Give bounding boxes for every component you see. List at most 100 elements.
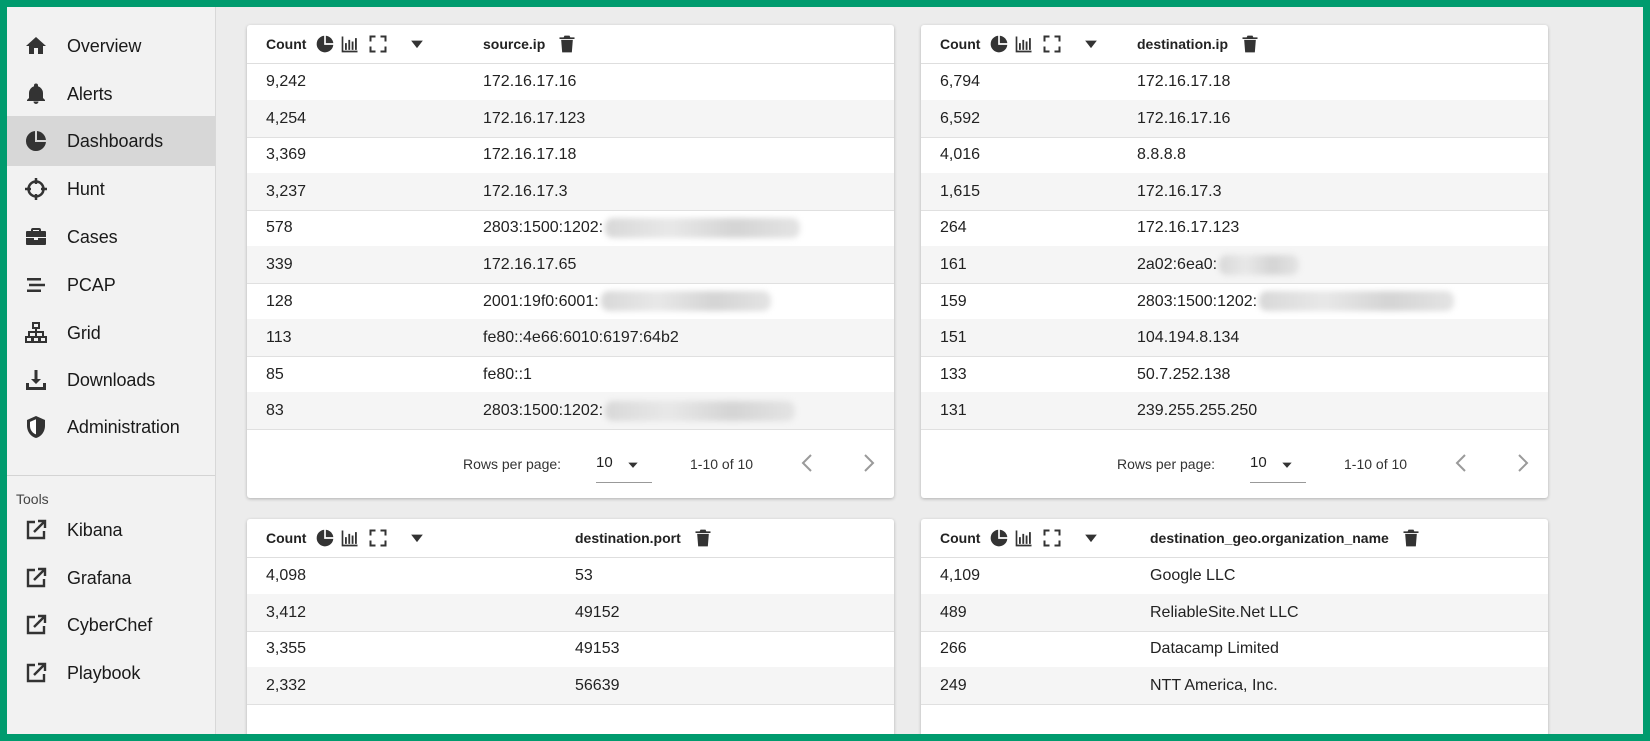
value-cell[interactable]: 239.255.255.250 bbox=[1137, 392, 1257, 429]
table-row[interactable]: 3,412 49152 bbox=[247, 593, 894, 632]
table-row[interactable]: 161 2a02:6ea0: bbox=[921, 246, 1548, 284]
table-row[interactable]: 264 172.16.17.123 bbox=[921, 209, 1548, 248]
value-cell[interactable]: 172.16.17.16 bbox=[1137, 100, 1230, 137]
value-cell[interactable]: 172.16.17.65 bbox=[483, 246, 576, 283]
rows-per-page-select[interactable]: 10 bbox=[1250, 454, 1267, 471]
table-row[interactable]: 4,109 Google LLC bbox=[921, 557, 1548, 595]
dropdown-caret-icon[interactable] bbox=[626, 458, 640, 472]
bar-chart-icon[interactable] bbox=[1014, 34, 1034, 54]
count-column-header[interactable]: Count bbox=[266, 519, 306, 557]
value-cell[interactable]: 104.194.8.134 bbox=[1137, 319, 1239, 356]
field-column-header[interactable]: source.ip bbox=[483, 25, 545, 63]
sidebar-item-downloads[interactable]: Downloads bbox=[7, 355, 215, 405]
value-cell[interactable]: 172.16.17.123 bbox=[483, 100, 585, 137]
count-column-header[interactable]: Count bbox=[266, 25, 306, 63]
value-cell[interactable]: NTT America, Inc. bbox=[1150, 667, 1278, 704]
value-cell[interactable]: 172.16.17.123 bbox=[1137, 209, 1239, 246]
value-cell[interactable]: 50.7.252.138 bbox=[1137, 356, 1230, 393]
field-column-header[interactable]: destination_geo.organization_name bbox=[1150, 519, 1389, 557]
value-cell[interactable]: 2803:1500:1202: bbox=[483, 209, 801, 246]
pie-icon[interactable] bbox=[315, 528, 335, 548]
value-cell[interactable]: Datacamp Limited bbox=[1150, 630, 1279, 667]
table-row[interactable]: 3,237 172.16.17.3 bbox=[247, 172, 894, 211]
sidebar-item-grid[interactable]: Grid bbox=[7, 308, 215, 358]
table-row[interactable]: 249 NTT America, Inc. bbox=[921, 666, 1548, 705]
fullscreen-icon[interactable] bbox=[1042, 34, 1062, 54]
sort-caret-icon[interactable] bbox=[407, 528, 427, 548]
sidebar-item-administration[interactable]: Administration bbox=[7, 402, 215, 452]
sidebar-tool-playbook[interactable]: Playbook bbox=[7, 648, 215, 698]
table-row[interactable]: 85 fe80::1 bbox=[247, 356, 894, 394]
value-cell[interactable]: 172.16.17.16 bbox=[483, 63, 576, 100]
trash-icon[interactable] bbox=[693, 528, 713, 548]
sort-caret-icon[interactable] bbox=[1081, 34, 1101, 54]
value-cell[interactable]: 2a02:6ea0: bbox=[1137, 246, 1300, 283]
field-column-header[interactable]: destination.port bbox=[575, 519, 681, 557]
chevron-left-icon[interactable] bbox=[1450, 451, 1474, 475]
table-row[interactable]: 489 ReliableSite.Net LLC bbox=[921, 593, 1548, 632]
value-cell[interactable]: 53 bbox=[575, 557, 593, 594]
table-row[interactable]: 83 2803:1500:1202: bbox=[247, 392, 894, 431]
value-cell[interactable]: 49153 bbox=[575, 630, 620, 667]
value-cell[interactable]: Google LLC bbox=[1150, 557, 1235, 594]
value-cell[interactable]: 2001:19f0:6001: bbox=[483, 283, 771, 320]
sort-caret-icon[interactable] bbox=[1081, 528, 1101, 548]
table-row[interactable]: 6,592 172.16.17.16 bbox=[921, 99, 1548, 138]
sidebar-item-dashboards[interactable]: Dashboards bbox=[7, 116, 215, 166]
sidebar-tool-cyberchef[interactable]: CyberChef bbox=[7, 600, 215, 650]
value-cell[interactable]: 2803:1500:1202: bbox=[1137, 283, 1455, 320]
table-row[interactable]: 6,794 172.16.17.18 bbox=[921, 63, 1548, 101]
table-row[interactable]: 4,098 53 bbox=[247, 557, 894, 595]
sidebar-tool-kibana[interactable]: Kibana bbox=[7, 505, 215, 555]
value-cell[interactable]: 8.8.8.8 bbox=[1137, 136, 1186, 173]
value-cell[interactable]: ReliableSite.Net LLC bbox=[1150, 594, 1299, 631]
table-row[interactable]: 4,016 8.8.8.8 bbox=[921, 136, 1548, 175]
value-cell[interactable]: 172.16.17.3 bbox=[483, 173, 568, 210]
trash-icon[interactable] bbox=[557, 34, 577, 54]
bar-chart-icon[interactable] bbox=[1014, 528, 1034, 548]
chevron-left-icon[interactable] bbox=[796, 451, 820, 475]
table-row[interactable]: 113 fe80::4e66:6010:6197:64b2 bbox=[247, 319, 894, 358]
sidebar-item-alerts[interactable]: Alerts bbox=[7, 69, 215, 119]
table-row[interactable]: 9,242 172.16.17.16 bbox=[247, 63, 894, 101]
table-row[interactable]: 3,369 172.16.17.18 bbox=[247, 136, 894, 175]
count-column-header[interactable]: Count bbox=[940, 519, 980, 557]
pie-icon[interactable] bbox=[315, 34, 335, 54]
dropdown-caret-icon[interactable] bbox=[1280, 458, 1294, 472]
table-row[interactable]: 131 239.255.255.250 bbox=[921, 392, 1548, 431]
fullscreen-icon[interactable] bbox=[1042, 528, 1062, 548]
value-cell[interactable]: 172.16.17.18 bbox=[1137, 63, 1230, 100]
table-row[interactable]: 339 172.16.17.65 bbox=[247, 246, 894, 284]
pie-icon[interactable] bbox=[989, 528, 1009, 548]
table-row[interactable]: 2,332 56639 bbox=[247, 666, 894, 705]
value-cell[interactable]: 172.16.17.3 bbox=[1137, 173, 1222, 210]
sidebar-item-overview[interactable]: Overview bbox=[7, 21, 215, 71]
value-cell[interactable]: 2803:1500:1202: bbox=[483, 392, 796, 429]
table-row[interactable]: 159 2803:1500:1202: bbox=[921, 283, 1548, 321]
trash-icon[interactable] bbox=[1401, 528, 1421, 548]
value-cell[interactable]: fe80::4e66:6010:6197:64b2 bbox=[483, 319, 679, 356]
pie-icon[interactable] bbox=[989, 34, 1009, 54]
sidebar-item-pcap[interactable]: PCAP bbox=[7, 260, 215, 310]
rows-per-page-select[interactable]: 10 bbox=[596, 454, 613, 471]
trash-icon[interactable] bbox=[1240, 34, 1260, 54]
value-cell[interactable]: fe80::1 bbox=[483, 356, 532, 393]
table-row[interactable]: 578 2803:1500:1202: bbox=[247, 209, 894, 248]
chevron-right-icon[interactable] bbox=[856, 451, 880, 475]
value-cell[interactable]: 56639 bbox=[575, 667, 620, 704]
table-row[interactable]: 151 104.194.8.134 bbox=[921, 319, 1548, 358]
bar-chart-icon[interactable] bbox=[340, 528, 360, 548]
sidebar-item-cases[interactable]: Cases bbox=[7, 212, 215, 262]
table-row[interactable]: 4,254 172.16.17.123 bbox=[247, 99, 894, 138]
count-column-header[interactable]: Count bbox=[940, 25, 980, 63]
value-cell[interactable]: 49152 bbox=[575, 594, 620, 631]
fullscreen-icon[interactable] bbox=[368, 34, 388, 54]
value-cell[interactable]: 172.16.17.18 bbox=[483, 136, 576, 173]
table-row[interactable]: 133 50.7.252.138 bbox=[921, 356, 1548, 394]
table-row[interactable]: 266 Datacamp Limited bbox=[921, 630, 1548, 669]
fullscreen-icon[interactable] bbox=[368, 528, 388, 548]
sidebar-item-hunt[interactable]: Hunt bbox=[7, 164, 215, 214]
sidebar-tool-grafana[interactable]: Grafana bbox=[7, 553, 215, 603]
table-row[interactable]: 128 2001:19f0:6001: bbox=[247, 283, 894, 321]
field-column-header[interactable]: destination.ip bbox=[1137, 25, 1228, 63]
